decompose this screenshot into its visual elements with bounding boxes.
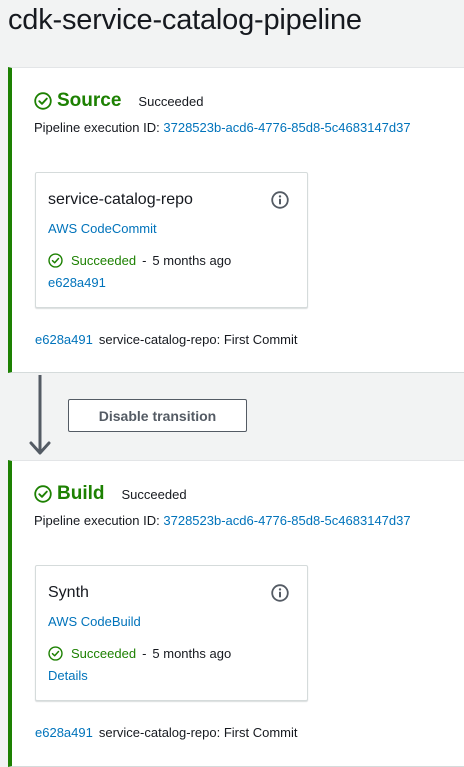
action-time: 5 months ago <box>152 646 232 661</box>
action-status: Succeeded <box>71 646 137 661</box>
action-card-synth: Synth AWS CodeBuild Succeeded - 5 months… <box>35 565 308 701</box>
success-check-icon <box>34 485 52 503</box>
execution-id-link[interactable]: 3728523b-acd6-4776-85d8-5c4683147d37 <box>163 513 410 528</box>
commit-row: e628a491 service-catalog-repo: First Comm… <box>35 332 298 347</box>
stage-header: Source Succeeded <box>34 90 203 112</box>
info-icon[interactable] <box>271 584 289 602</box>
stage-build: Build Succeeded Pipeline execution ID: 3… <box>8 460 464 767</box>
execution-id-row: Pipeline execution ID: 3728523b-acd6-477… <box>34 120 411 135</box>
action-name: service-catalog-repo <box>48 191 193 208</box>
execution-id-link[interactable]: 3728523b-acd6-4776-85d8-5c4683147d37 <box>163 120 410 135</box>
success-check-icon <box>48 646 63 661</box>
action-provider-link[interactable]: AWS CodeCommit <box>48 221 157 236</box>
success-check-icon <box>48 253 63 268</box>
action-provider-link[interactable]: AWS CodeBuild <box>48 614 141 629</box>
commit-message: service-catalog-repo: First Commit <box>98 332 298 347</box>
stage-name: Build <box>57 483 105 504</box>
action-status-row: Succeeded - 5 months ago <box>48 253 231 268</box>
stage-status: Succeeded <box>121 486 187 502</box>
execution-id-row: Pipeline execution ID: 3728523b-acd6-477… <box>34 513 411 528</box>
disable-transition-button[interactable]: Disable transition <box>68 399 247 432</box>
commit-id-link[interactable]: e628a491 <box>35 725 93 740</box>
execution-id-label: Pipeline execution ID: <box>34 120 160 135</box>
commit-message: service-catalog-repo: First Commit <box>98 725 298 740</box>
execution-id-label: Pipeline execution ID: <box>34 513 160 528</box>
stage-source: Source Succeeded Pipeline execution ID: … <box>8 67 464 373</box>
arrow-down-icon <box>29 375 51 455</box>
action-status: Succeeded <box>71 253 137 268</box>
stage-name: Source <box>57 90 122 111</box>
action-name: Synth <box>48 584 89 601</box>
status-separator: - <box>142 253 147 268</box>
commit-id-link[interactable]: e628a491 <box>35 332 93 347</box>
info-icon[interactable] <box>271 191 289 209</box>
action-status-row: Succeeded - 5 months ago <box>48 646 231 661</box>
action-card-service-catalog-repo: service-catalog-repo AWS CodeCommit Succ… <box>35 172 308 308</box>
success-check-icon <box>34 92 52 110</box>
action-time: 5 months ago <box>152 253 232 268</box>
stage-status: Succeeded <box>138 93 204 109</box>
action-details-link[interactable]: Details <box>48 668 88 683</box>
action-revision-link[interactable]: e628a491 <box>48 275 106 290</box>
stage-header: Build Succeeded <box>34 483 187 505</box>
status-separator: - <box>142 646 147 661</box>
page-title: cdk-service-catalog-pipeline <box>8 4 362 36</box>
commit-row: e628a491 service-catalog-repo: First Comm… <box>35 725 298 740</box>
